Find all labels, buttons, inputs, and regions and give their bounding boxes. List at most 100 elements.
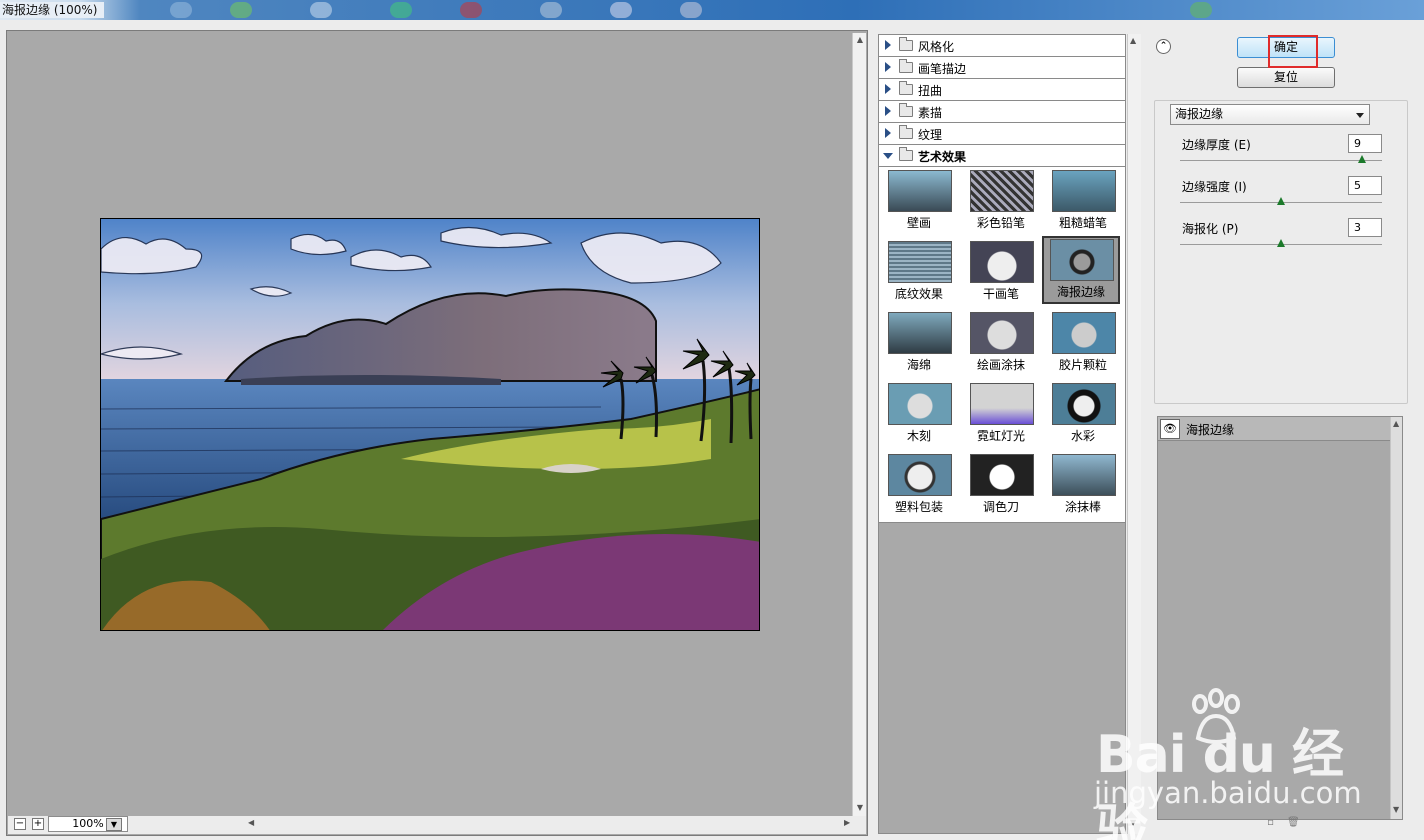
filter-film-grain[interactable]: 胶片颗粒	[1044, 309, 1122, 377]
filter-thumbnail	[970, 454, 1034, 496]
zoom-in-button[interactable]: +	[32, 818, 44, 830]
folder-icon	[899, 37, 913, 51]
filter-label: 霓虹灯光	[976, 429, 1025, 443]
filter-label: 干画笔	[982, 287, 1019, 301]
filter-thumbnail-grid: 壁画 彩色铅笔 粗糙蜡笔 底纹效果 干画笔 海报边缘 海绵 绘画涂抹 胶片颗粒 …	[879, 167, 1125, 523]
category-distort[interactable]: 扭曲	[879, 79, 1125, 101]
scroll-up-icon[interactable]: ▲	[1130, 36, 1136, 45]
slider-knob-icon[interactable]	[1277, 239, 1285, 247]
filter-smudge-stick[interactable]: 涂抹棒	[1044, 451, 1122, 519]
category-label: 画笔描边	[918, 62, 967, 76]
filter-select-dropdown[interactable]: 海报边缘	[1170, 104, 1370, 125]
scroll-down-icon[interactable]: ▼	[1393, 805, 1399, 814]
folder-icon	[899, 103, 913, 117]
category-label: 纹理	[918, 128, 943, 142]
collapse-gallery-icon[interactable]: ⌃	[1156, 39, 1171, 54]
filter-poster-edges[interactable]: 海报边缘	[1042, 236, 1120, 304]
taskbar-icon	[540, 2, 562, 18]
edge-intensity-input[interactable]: 5	[1348, 176, 1382, 195]
baidu-watermark: Bai du 经验 jingyan.baidu.com	[1090, 680, 1370, 840]
taskbar-icon	[610, 2, 632, 18]
param-label: 边缘强度 (I)	[1182, 180, 1247, 194]
edge-thickness-input[interactable]: 9	[1348, 134, 1382, 153]
filter-thumbnail	[888, 170, 952, 212]
folder-icon	[899, 59, 913, 73]
filter-sponge[interactable]: 海绵	[880, 309, 958, 377]
scroll-up-icon[interactable]: ▲	[1393, 419, 1399, 428]
filter-thumbnail	[888, 241, 952, 283]
folder-icon	[899, 81, 913, 95]
landscape-image	[101, 219, 759, 630]
slider-knob-icon[interactable]	[1357, 155, 1366, 163]
filter-dry-brush[interactable]: 干画笔	[962, 238, 1040, 306]
filter-thumbnail	[888, 312, 952, 354]
filter-rough-pastels[interactable]: 粗糙蜡笔	[1044, 167, 1122, 235]
preview-vertical-scrollbar[interactable]: ▲ ▼	[852, 33, 866, 817]
filter-label: 壁画	[906, 216, 931, 230]
category-artistic[interactable]: 艺术效果	[879, 145, 1125, 167]
filter-label: 海报边缘	[1056, 285, 1105, 299]
highlight-box	[1268, 35, 1318, 68]
filter-palette-knife[interactable]: 调色刀	[962, 451, 1040, 519]
collapse-triangle-icon[interactable]	[883, 153, 893, 159]
taskbar-icon	[230, 2, 252, 18]
zoom-dropdown-button[interactable]: ▼	[106, 818, 122, 831]
expand-triangle-icon[interactable]	[885, 40, 891, 50]
filter-neon-glow[interactable]: 霓虹灯光	[962, 380, 1040, 448]
category-label: 艺术效果	[918, 150, 967, 164]
category-label: 风格化	[918, 40, 955, 54]
filter-watercolor[interactable]: 水彩	[1044, 380, 1122, 448]
filter-paint-daubs[interactable]: 绘画涂抹	[962, 309, 1040, 377]
filter-label: 胶片颗粒	[1058, 358, 1107, 372]
effect-layer-row[interactable]: 👁 海报边缘	[1158, 417, 1390, 441]
effect-layer-label: 海报边缘	[1186, 423, 1235, 437]
taskbar-icon	[310, 2, 332, 18]
layers-scrollbar[interactable]: ▲ ▼	[1390, 417, 1402, 819]
edge-intensity-control: 边缘强度 (I) 5	[1180, 176, 1384, 216]
preview-image[interactable]	[100, 218, 760, 631]
selected-filter-label: 海报边缘	[1175, 107, 1224, 121]
filter-label: 底纹效果	[894, 287, 943, 301]
category-texture[interactable]: 纹理	[879, 123, 1125, 145]
window-title: 海报边缘 (100%)	[0, 2, 104, 18]
posterization-control: 海报化 (P) 3	[1180, 218, 1384, 258]
filter-label: 木刻	[906, 429, 931, 443]
category-sketch[interactable]: 素描	[879, 101, 1125, 123]
title-bar: 海报边缘 (100%)	[0, 0, 1424, 20]
scroll-up-icon[interactable]: ▲	[855, 35, 865, 45]
scroll-right-icon[interactable]: ▶	[844, 818, 850, 827]
slider-track[interactable]	[1180, 160, 1382, 161]
category-label: 素描	[918, 106, 943, 120]
filter-plastic-wrap[interactable]: 塑料包装	[880, 451, 958, 519]
expand-triangle-icon[interactable]	[885, 106, 891, 116]
edge-thickness-control: 边缘厚度 (E) 9	[1180, 134, 1384, 174]
filter-fresco[interactable]: 壁画	[880, 167, 958, 235]
expand-triangle-icon[interactable]	[885, 128, 891, 138]
scroll-left-icon[interactable]: ◀	[248, 818, 254, 827]
filter-thumbnail	[970, 241, 1034, 283]
filter-label: 水彩	[1070, 429, 1095, 443]
filter-label: 涂抹棒	[1064, 500, 1101, 514]
filter-label: 调色刀	[982, 500, 1019, 514]
slider-knob-icon[interactable]	[1277, 197, 1285, 205]
posterization-input[interactable]: 3	[1348, 218, 1382, 237]
category-label: 扭曲	[918, 84, 943, 98]
category-stylize[interactable]: 风格化	[879, 35, 1125, 57]
zoom-out-button[interactable]: −	[14, 818, 26, 830]
filter-label: 绘画涂抹	[976, 358, 1025, 372]
filter-colored-pencil[interactable]: 彩色铅笔	[962, 167, 1040, 235]
filter-thumbnail	[888, 383, 952, 425]
category-brush-strokes[interactable]: 画笔描边	[879, 57, 1125, 79]
preview-horizontal-scrollbar[interactable]: ◀ ▶	[248, 818, 856, 830]
filter-cutout[interactable]: 木刻	[880, 380, 958, 448]
filter-underpainting[interactable]: 底纹效果	[880, 238, 958, 306]
expand-triangle-icon[interactable]	[885, 62, 891, 72]
scroll-down-icon[interactable]: ▼	[855, 803, 865, 813]
expand-triangle-icon[interactable]	[885, 84, 891, 94]
reset-button[interactable]: 复位	[1237, 67, 1335, 88]
folder-icon	[899, 147, 913, 161]
filter-thumbnail	[970, 312, 1034, 354]
taskbar-icon	[460, 2, 482, 18]
visibility-eye-icon[interactable]: 👁	[1160, 419, 1180, 439]
watermark-url: jingyan.baidu.com	[1094, 776, 1362, 810]
